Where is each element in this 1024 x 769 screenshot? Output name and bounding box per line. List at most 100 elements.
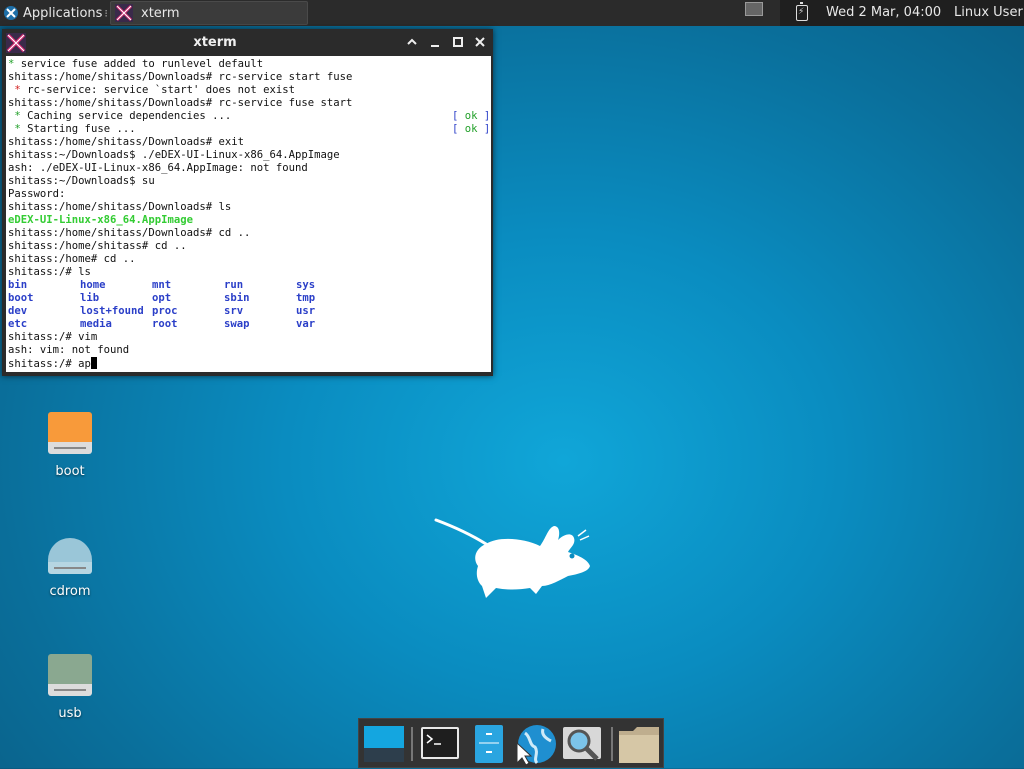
show-desktop-button[interactable]	[363, 723, 407, 765]
ls-entry: run	[224, 279, 244, 291]
text-cursor	[90, 357, 97, 369]
desktop-icon-label: cdrom	[49, 584, 91, 599]
terminal-line: eDEX-UI-Linux-x86_64.AppImage	[8, 214, 193, 227]
ls-entry: lost+found	[80, 305, 144, 317]
file-cabinet-icon	[475, 725, 503, 763]
xfce-logo-icon	[4, 6, 18, 20]
desktop-icon-cdrom[interactable]: cdrom	[25, 532, 115, 599]
clock[interactable]: Wed 2 Mar, 04:00	[826, 5, 941, 20]
terminal-text: service fuse added to runlevel default	[14, 58, 264, 70]
shade-button[interactable]	[404, 34, 420, 50]
terminal-text: shitass:/home/shitass/Downloads# rc-serv…	[8, 97, 353, 109]
terminal-line: shitass:~/Downloads$ su	[8, 175, 155, 188]
ls-entry: srv	[224, 305, 244, 317]
ls-entry: boot	[8, 292, 34, 304]
terminal-icon	[421, 727, 459, 759]
terminal-line: shitass:/home/shitass/Downloads# rc-serv…	[8, 97, 352, 110]
minimize-icon	[431, 45, 439, 47]
terminal-line: shitass:/# ls	[8, 266, 91, 279]
terminal-prompt-line: shitass:/# ap	[8, 357, 97, 370]
ls-entry: home	[80, 279, 106, 291]
terminal-text: shitass:~/Downloads$ ./eDEX-UI-Linux-x86…	[8, 149, 340, 161]
home-folder-launcher[interactable]	[617, 723, 661, 765]
terminal-line: shitass:/home/shitass/Downloads# rc-serv…	[8, 71, 352, 84]
terminal-text: shitass:/home/shitass/Downloads# ls	[8, 201, 232, 213]
status-ok: [ ok ]	[452, 110, 490, 123]
ls-entry: lib	[80, 292, 100, 304]
usb-drive-icon	[48, 654, 92, 698]
ls-entry: sys	[296, 279, 316, 291]
magnifier-icon	[563, 727, 601, 761]
ls-entry: swap	[224, 318, 250, 330]
desktop-icon-boot[interactable]: boot	[25, 412, 115, 479]
ok-text: ok	[458, 110, 484, 122]
bracket: ]	[483, 123, 491, 135]
user-menu[interactable]: Linux User	[954, 5, 1023, 20]
terminal-text: Caching service dependencies ...	[20, 110, 232, 122]
globe-icon	[516, 725, 556, 766]
taskbar-button-xterm[interactable]: xterm	[110, 1, 308, 25]
terminal-text: ash: ./eDEX-UI-Linux-x86_64.AppImage: no…	[8, 162, 308, 174]
terminal-line: shitass:/home# cd ..	[8, 253, 136, 266]
terminal-line: shitass:/home/shitass# cd ..	[8, 240, 187, 253]
terminal-line: shitass:/home/shitass/Downloads# ls	[8, 201, 231, 214]
xterm-window[interactable]: xterm * service fuse added to runlevel d…	[2, 29, 493, 376]
drive-icon	[48, 412, 92, 456]
terminal-line: Password:	[8, 188, 65, 201]
workspace-switcher[interactable]	[745, 2, 763, 16]
close-icon	[475, 37, 485, 47]
menu-arrow-icon: ⁝	[104, 6, 108, 20]
ls-entry: tmp	[296, 292, 316, 304]
terminal-line: shitass:/# vim	[8, 331, 98, 343]
terminal-text: Password:	[8, 188, 66, 200]
optical-drive-icon	[48, 532, 92, 576]
ls-entry: bin	[8, 279, 28, 291]
terminal-text: shitass:/home/shitass/Downloads# cd ..	[8, 227, 251, 239]
terminal-line: shitass:/home/shitass/Downloads# exit	[8, 136, 244, 149]
terminal-text: shitass:/home# cd ..	[8, 253, 136, 265]
ls-entry: etc	[8, 318, 28, 330]
maximize-icon	[453, 37, 463, 47]
terminal-line: * Caching service dependencies ...	[8, 110, 231, 123]
terminal-input: ap	[78, 358, 91, 370]
terminal-text: shitass:/home/shitass/Downloads# rc-serv…	[8, 71, 353, 83]
web-browser-launcher[interactable]	[513, 723, 557, 766]
terminal-line: shitass:/home/shitass/Downloads# cd ..	[8, 227, 250, 240]
terminal-text: shitass:~/Downloads$ su	[8, 175, 155, 187]
terminal-line: shitass:~/Downloads$ ./eDEX-UI-Linux-x86…	[8, 149, 340, 162]
terminal-text: Starting fuse ...	[20, 123, 136, 135]
folder-icon	[619, 727, 659, 763]
dock-panel	[358, 718, 664, 768]
terminal-text: shitass:/home/shitass/Downloads# exit	[8, 136, 244, 148]
ls-entry: sbin	[224, 292, 250, 304]
terminal-area[interactable]: * service fuse added to runlevel default…	[6, 56, 491, 372]
ls-entry: usr	[296, 305, 316, 317]
desktop-icon-label: boot	[55, 464, 85, 479]
app-finder-launcher[interactable]	[561, 723, 605, 765]
bracket: ]	[483, 110, 491, 122]
terminal-line: ash: vim: not found	[8, 344, 130, 356]
taskbar-button-label: xterm	[141, 5, 180, 21]
terminal-line: * rc-service: service `start' does not e…	[8, 84, 295, 97]
xfce-mouse-logo-icon	[434, 518, 590, 598]
chevron-up-icon	[407, 38, 417, 45]
show-desktop-icon	[364, 726, 404, 762]
xterm-icon	[115, 4, 133, 22]
ls-entry: root	[152, 318, 178, 330]
ls-entry: mnt	[152, 279, 172, 291]
window-titlebar[interactable]: xterm	[2, 29, 493, 56]
terminal-line: ash: ./eDEX-UI-Linux-x86_64.AppImage: no…	[8, 162, 308, 175]
desktop-icon-usb[interactable]: usb	[25, 654, 115, 721]
terminal-text: shitass:/# ls	[8, 266, 91, 278]
ls-entry: proc	[152, 305, 178, 317]
battery-icon[interactable]: ⚡	[796, 2, 808, 21]
maximize-button[interactable]	[450, 34, 466, 50]
file-manager-launcher[interactable]	[467, 723, 511, 765]
terminal-launcher[interactable]	[419, 723, 463, 765]
ls-entry: media	[80, 318, 112, 330]
applications-menu-button[interactable]: Applications ⁝	[0, 0, 108, 26]
terminal-text: rc-service: service `start' does not exi…	[20, 84, 296, 96]
desktop-icon-label: usb	[58, 706, 82, 721]
minimize-button[interactable]	[427, 34, 443, 50]
close-button[interactable]	[472, 34, 488, 50]
